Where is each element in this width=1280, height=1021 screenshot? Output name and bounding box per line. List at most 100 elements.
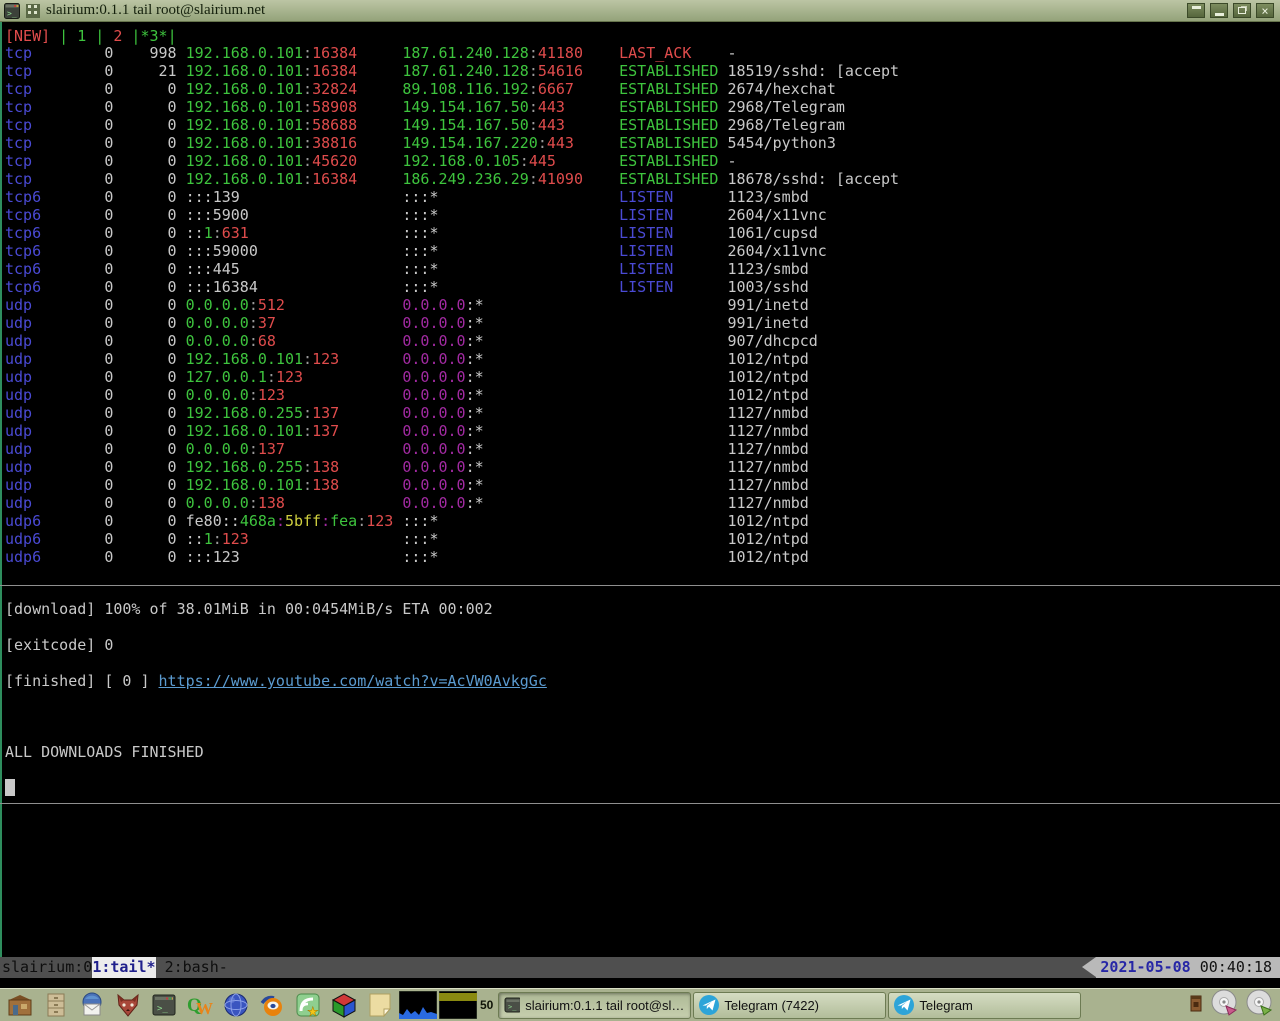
text-segment xyxy=(619,296,727,314)
text-segment xyxy=(484,350,619,368)
text-segment xyxy=(439,206,620,224)
terminal[interactable]: [NEW] | 1 | 2 |*3*| tcp 0 998 192.168.0.… xyxy=(0,22,1280,957)
tmux-window-bash[interactable]: 2:bash- xyxy=(165,957,228,978)
color-cube-icon[interactable] xyxy=(327,990,361,1020)
telegram-icon xyxy=(699,995,720,1015)
text-segment: :: xyxy=(185,224,204,242)
text-segment: :* xyxy=(465,494,484,512)
network-monitor-widget[interactable] xyxy=(399,991,437,1019)
fox-icon[interactable] xyxy=(111,990,145,1020)
text-segment: 0.0.0.0 xyxy=(185,332,249,350)
text-segment: 0 0 xyxy=(50,458,186,476)
text-segment: 0 0 xyxy=(50,404,186,422)
text-segment: 37 xyxy=(257,314,276,332)
text-segment: : xyxy=(303,62,313,80)
text-segment: LISTEN xyxy=(619,206,728,224)
blender-icon[interactable] xyxy=(255,990,289,1020)
text-segment xyxy=(439,224,620,242)
text-segment: : xyxy=(528,62,538,80)
text-segment: udp xyxy=(5,458,51,476)
text-segment xyxy=(357,152,402,170)
text-segment: udp xyxy=(5,368,51,386)
email-icon[interactable] xyxy=(75,990,109,1020)
text-segment: tcp xyxy=(5,98,51,116)
disk-insert-icon[interactable] xyxy=(1244,988,1274,1021)
text-segment: 192.168.0.101 xyxy=(185,134,304,152)
netstat-row: tcp 0 0 192.168.0.101:16384 186.249.236.… xyxy=(5,170,899,188)
text-segment: 991/inetd xyxy=(727,314,809,332)
text-segment: 0 0 xyxy=(50,386,186,404)
text-segment: tcp xyxy=(5,62,51,80)
minimize-button[interactable] xyxy=(1210,3,1228,18)
window-bottom-gap xyxy=(0,978,1280,988)
text-segment xyxy=(357,80,402,98)
text-segment xyxy=(583,170,619,188)
home-icon[interactable] xyxy=(3,990,37,1020)
text-segment: LISTEN xyxy=(619,278,728,296)
youtube-link[interactable]: https://www.youtube.com/watch?v=AcVW0Avk… xyxy=(159,672,547,690)
text-segment: 41180 xyxy=(537,44,583,62)
taskbar-button-telegram-2[interactable]: Telegram xyxy=(888,991,1082,1019)
writer-icon[interactable]: QW xyxy=(183,990,217,1020)
netstat-row: tcp 0 21 192.168.0.101:16384 187.61.240.… xyxy=(5,62,899,80)
file-cabinet-icon[interactable] xyxy=(39,990,73,1020)
svg-text:>_: >_ xyxy=(7,9,17,18)
netstat-row: udp 0 0 127.0.0.1:123 0.0.0.0:* 1012/ntp… xyxy=(5,368,899,386)
text-segment: 1127/nmbd xyxy=(727,458,809,476)
text-segment xyxy=(619,350,727,368)
text-segment: 0.0.0.0 xyxy=(402,314,466,332)
text-segment xyxy=(583,62,619,80)
text-segment xyxy=(339,476,402,494)
text-segment: fea xyxy=(330,512,358,530)
text-segment: : xyxy=(248,314,258,332)
text-segment: 1 xyxy=(203,224,213,242)
text-segment: 1012/ntpd xyxy=(727,350,809,368)
maximize-button[interactable] xyxy=(1233,3,1251,18)
text-segment: tcp xyxy=(5,80,51,98)
status-arrow-icon xyxy=(1082,957,1097,977)
text-segment: 0 0 xyxy=(50,350,186,368)
text-segment: 1012/ntpd xyxy=(727,386,809,404)
text-segment xyxy=(249,530,403,548)
tmux-session-label: slairium:0 xyxy=(2,958,93,976)
text-segment: 468a xyxy=(239,512,276,530)
text-segment: 0.0.0.0 xyxy=(185,386,249,404)
text-segment: 137 xyxy=(312,422,340,440)
globe-icon[interactable] xyxy=(219,990,253,1020)
taskbar-button-label: Telegram (7422) xyxy=(724,997,820,1013)
text-segment xyxy=(619,404,727,422)
text-segment xyxy=(357,170,402,188)
text-segment xyxy=(439,548,620,566)
text-segment xyxy=(240,188,403,206)
text-segment: 0.0.0.0 xyxy=(185,494,249,512)
text-segment: 6667 xyxy=(537,80,574,98)
shade-button[interactable] xyxy=(1187,3,1205,18)
text-segment: : xyxy=(303,170,313,188)
taskbar-button-telegram-1[interactable]: Telegram (7422) xyxy=(693,991,887,1019)
terminal-icon[interactable]: >_ xyxy=(147,990,181,1020)
taskbar-button-terminal[interactable]: >_ slairium:0.1.1 tail root@slairiu... xyxy=(498,991,692,1019)
text-segment: LISTEN xyxy=(619,188,728,206)
feed-reader-icon[interactable]: ★ xyxy=(291,990,325,1020)
text-segment: tcp6 xyxy=(5,242,51,260)
system-monitor-widget[interactable] xyxy=(439,991,477,1019)
text-segment: ESTABLISHED xyxy=(619,62,728,80)
disk-eject-icon[interactable] xyxy=(1209,988,1239,1021)
text-segment: udp xyxy=(5,314,51,332)
text-segment: 0.0.0.0 xyxy=(185,314,249,332)
divider xyxy=(0,803,1280,804)
text-segment: 186.249.236.29 xyxy=(402,170,529,188)
text-segment: tcp xyxy=(5,170,51,188)
close-button[interactable]: × xyxy=(1256,3,1274,18)
text-segment: : xyxy=(357,512,367,530)
text-segment: 192.168.0.255 xyxy=(185,458,304,476)
text-segment: 192.168.0.101 xyxy=(185,62,304,80)
text-segment: 58688 xyxy=(312,116,358,134)
shade-icon xyxy=(1191,5,1201,9)
window-titlebar[interactable]: >_ slairium:0.1.1 tail root@slairium.net… xyxy=(0,0,1280,22)
text-segment: 32824 xyxy=(312,80,358,98)
tmux-window-tail-active[interactable]: 1:tail* xyxy=(92,957,156,978)
text-segment: : xyxy=(248,386,258,404)
notes-icon[interactable] xyxy=(363,990,397,1020)
package-icon[interactable] xyxy=(1188,993,1204,1018)
